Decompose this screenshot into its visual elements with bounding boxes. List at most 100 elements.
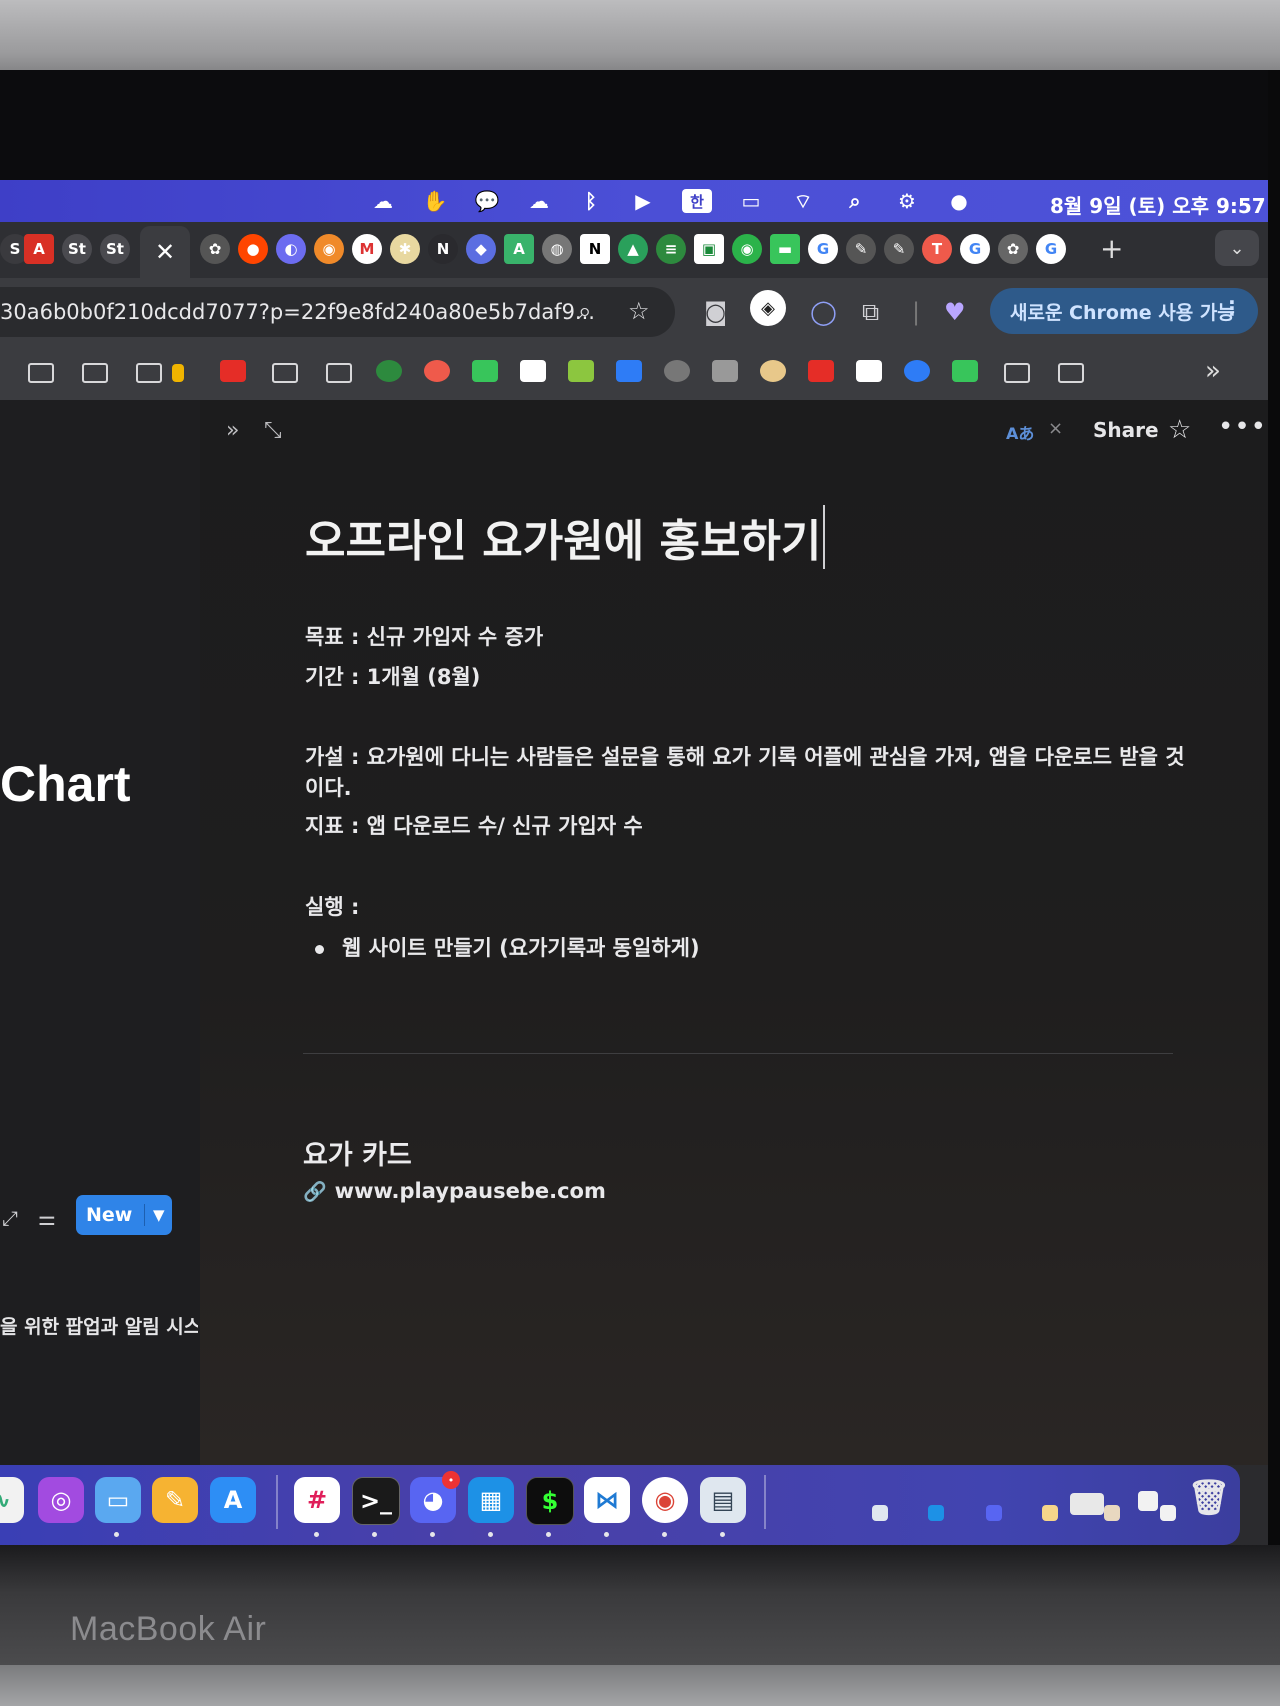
reddit-tab-icon[interactable]: ● (238, 234, 268, 264)
database-row[interactable]: 을 위한 팝업과 알림 시스 (0, 1312, 198, 1339)
close-translate-icon[interactable]: × (1048, 418, 1063, 439)
bookmark-folder-icon[interactable] (136, 363, 162, 383)
new-button[interactable]: New ▼ (76, 1195, 172, 1235)
minimized-window[interactable] (928, 1505, 944, 1521)
terminal-icon[interactable]: >_ (352, 1477, 400, 1525)
tab-favicon[interactable]: ▣ (694, 234, 724, 264)
minimized-window[interactable] (1042, 1505, 1058, 1521)
metric-text[interactable]: 지표 : 앱 다운로드 수/ 신규 가입자 수 (305, 811, 643, 842)
minimized-window[interactable] (872, 1505, 888, 1521)
bookmark-icon[interactable] (172, 364, 184, 382)
blog-bookmark-icon[interactable] (472, 360, 498, 382)
extensions-puzzle-icon[interactable]: ⧉ (862, 298, 879, 326)
cloud-icon[interactable]: ☁ (526, 188, 552, 214)
google-tab-icon[interactable]: G (960, 234, 990, 264)
youtube-bookmark-icon[interactable] (220, 360, 246, 382)
pages-icon[interactable]: ✎ (152, 1477, 198, 1523)
chevron-down-icon[interactable]: ▼ (145, 1206, 165, 1224)
expand-icon[interactable]: ⤢ (2, 1206, 18, 1230)
hypothesis-text[interactable]: 가설 : 요가원에 다니는 사람들은 설문을 통해 요가 기록 어플에 관심을 … (305, 742, 1185, 804)
extension-ring-icon[interactable]: ◯ (810, 298, 837, 326)
bookmark-icon[interactable] (424, 360, 450, 382)
notion-tab-icon[interactable]: N (580, 234, 610, 264)
collapse-sidebar-icon[interactable]: » (226, 418, 239, 443)
tab-favicon[interactable]: N (428, 234, 458, 264)
menu-bar-clock[interactable]: 8월 9일 (토) 오후 9:57 (1050, 190, 1266, 219)
bookmark-icon[interactable] (568, 360, 594, 382)
slack-icon[interactable]: # (294, 1477, 340, 1523)
minimized-window[interactable] (1104, 1505, 1120, 1521)
bluetooth-icon[interactable]: ᛒ (578, 188, 604, 214)
wifi-icon[interactable]: ⌔ (790, 188, 816, 214)
messages-icon[interactable]: 💬 (474, 188, 500, 214)
bookmark-icon[interactable] (376, 360, 402, 382)
drive-tab-icon[interactable]: ▲ (618, 234, 648, 264)
page-title[interactable]: 오프라인 요가원에 홍보하기 (305, 505, 826, 569)
list-item[interactable]: 웹 사이트 만들기 (요가기록과 동일하게) (315, 932, 700, 962)
favorite-star-icon[interactable]: ☆ (1168, 415, 1191, 445)
tab-favicon[interactable]: ◆ (466, 234, 496, 264)
preview-icon[interactable]: ▤ (700, 1477, 746, 1523)
tab-favicon[interactable]: ✱ (390, 234, 420, 264)
active-tab-close-icon[interactable]: ✕ (140, 226, 190, 278)
bookmark-folder-icon[interactable] (82, 363, 108, 383)
camera-extension-icon[interactable]: ◙ (704, 298, 727, 326)
chatgpt-tab-icon[interactable]: ✿ (998, 234, 1028, 264)
bookmarks-overflow-icon[interactable]: » (1205, 356, 1221, 386)
open-full-page-icon[interactable]: ⤡ (264, 418, 282, 443)
activity-monitor-icon[interactable]: ∿ (0, 1477, 24, 1523)
tab-favicon[interactable]: St (100, 234, 130, 264)
bookmark-icon[interactable] (760, 360, 786, 382)
bookmark-folder-icon[interactable] (1004, 363, 1030, 383)
chrome-update-button[interactable]: 새로운 Chrome 사용 가능 ⋮ (990, 288, 1258, 334)
tab-favicon[interactable]: ▬ (770, 234, 800, 264)
bookmark-icon[interactable] (712, 360, 738, 382)
zoom-icon[interactable]: ⌕ (578, 297, 591, 325)
tab-favicon[interactable]: ◉ (314, 234, 344, 264)
search-icon[interactable]: ⌕ (842, 188, 868, 214)
profile-icon[interactable]: ♥ (944, 298, 966, 326)
iterm-icon[interactable]: $ (526, 1477, 574, 1525)
chatgpt-tab-icon[interactable]: ✿ (200, 234, 230, 264)
bookmark-icon[interactable] (664, 360, 690, 382)
bookmark-star-icon[interactable]: ☆ (628, 297, 650, 325)
input-method-icon[interactable]: 한 (682, 189, 712, 213)
tab-favicon[interactable]: ◍ (542, 234, 572, 264)
gmail-tab-icon[interactable]: M (352, 234, 382, 264)
tab-favicon[interactable]: A (504, 234, 534, 264)
bookmark-icon[interactable] (520, 360, 546, 382)
tab-search-button[interactable]: ⌄ (1215, 230, 1259, 266)
siri-icon[interactable]: ● (946, 188, 972, 214)
play-icon[interactable]: ▶ (630, 188, 656, 214)
bookmark-folder-icon[interactable] (272, 363, 298, 383)
google-tab-icon[interactable]: G (808, 234, 838, 264)
period-text[interactable]: 기간 : 1개월 (8월) (305, 662, 480, 693)
tab-favicon[interactable]: ✎ (846, 234, 876, 264)
bookmark-folder-icon[interactable] (326, 363, 352, 383)
creative-cloud-icon[interactable]: ☁ (370, 188, 396, 214)
tab-favicon[interactable]: ≡ (656, 234, 686, 264)
battery-icon[interactable]: ▭ (738, 188, 764, 214)
adobe-tab-icon[interactable]: A (24, 234, 54, 264)
blog-bookmark-icon[interactable] (952, 360, 978, 382)
more-menu-icon[interactable]: ⋮ (1222, 296, 1242, 320)
tab-favicon[interactable]: ✎ (884, 234, 914, 264)
translate-badge[interactable]: Aあ (1006, 420, 1034, 444)
app-store-bookmark-icon[interactable] (616, 360, 642, 382)
minimized-window[interactable] (1138, 1491, 1158, 1511)
minimized-window[interactable] (1160, 1505, 1176, 1521)
execution-label[interactable]: 실행 : (305, 892, 359, 923)
app-store-icon[interactable]: A (210, 1477, 256, 1523)
share-button[interactable]: Share (1093, 418, 1159, 442)
vscode-icon[interactable]: ⋈ (584, 1477, 630, 1523)
tab-favicon[interactable]: ◐ (276, 234, 306, 264)
youtube-bookmark-icon[interactable] (808, 360, 834, 382)
address-bar[interactable]: 30a6b0b0f210dcdd7077?p=22f9e8fd240a80e5b… (0, 287, 675, 337)
more-options-icon[interactable]: ••• (1218, 412, 1267, 442)
tab-favicon[interactable]: ◉ (732, 234, 762, 264)
minimized-window[interactable] (986, 1505, 1002, 1521)
docker-icon[interactable]: ▦ (468, 1477, 514, 1523)
podcasts-icon[interactable]: ◎ (38, 1477, 84, 1523)
bookmark-folder-icon[interactable] (28, 363, 54, 383)
address-bar-url[interactable]: 30a6b0b0f210dcdd7077?p=22f9e8fd240a80e5b… (0, 300, 595, 324)
